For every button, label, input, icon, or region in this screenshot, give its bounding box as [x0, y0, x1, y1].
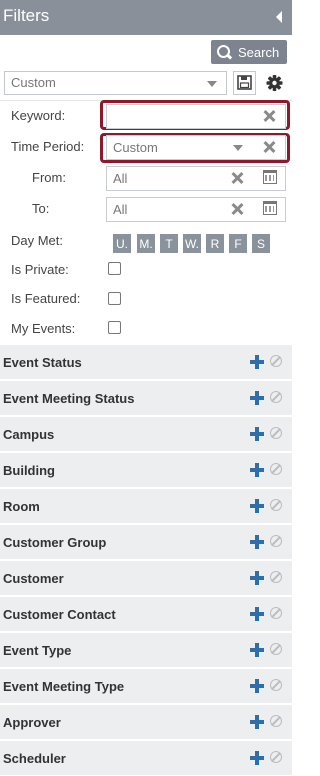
clear-time-period-icon[interactable] [263, 141, 275, 153]
section-room[interactable]: Room [0, 488, 292, 523]
plus-icon[interactable] [250, 499, 264, 513]
chevron-down-icon[interactable] [233, 145, 243, 151]
day-met-label: Day Met: [11, 233, 64, 248]
plus-icon[interactable] [250, 427, 264, 441]
section-building[interactable]: Building [0, 452, 292, 487]
day-button-sunday[interactable]: U. [113, 234, 131, 253]
section-title: Customer [3, 571, 64, 586]
chevron-down-icon [207, 81, 217, 87]
save-filter-button[interactable] [233, 71, 256, 95]
plus-icon[interactable] [250, 643, 264, 657]
plus-icon[interactable] [250, 463, 264, 477]
collapse-arrow-icon[interactable] [276, 11, 282, 23]
time-period-value: Custom [113, 140, 158, 155]
section-scheduler[interactable]: Scheduler [0, 740, 292, 775]
is-private-checkbox[interactable] [108, 262, 121, 275]
day-button-thursday[interactable]: R [206, 234, 224, 253]
gear-icon [266, 75, 283, 91]
section-title: Approver [3, 715, 61, 730]
section-title: Building [3, 463, 55, 478]
clear-to-icon[interactable] [231, 203, 243, 215]
section-title: Campus [3, 427, 55, 442]
clear-keyword-icon[interactable] [263, 110, 275, 122]
my-events-label: My Events: [11, 321, 76, 336]
section-title: Customer Contact [3, 607, 116, 622]
filters-header: Filters [0, 0, 292, 35]
time-period-label: Time Period: [11, 139, 85, 154]
is-private-label: Is Private: [11, 262, 69, 277]
day-button-saturday[interactable]: S [252, 234, 270, 253]
to-label: To: [32, 201, 50, 216]
ban-icon[interactable] [270, 355, 282, 367]
search-button[interactable]: Search [211, 40, 287, 64]
section-event-meeting-status[interactable]: Event Meeting Status [0, 380, 292, 415]
section-title: Event Meeting Type [3, 679, 125, 694]
to-date-input[interactable]: All [106, 197, 286, 222]
search-icon [216, 44, 232, 60]
is-featured-checkbox[interactable] [108, 292, 121, 305]
section-customer-group[interactable]: Customer Group [0, 524, 292, 559]
ban-icon[interactable] [270, 715, 282, 727]
section-approver[interactable]: Approver [0, 704, 292, 739]
section-customer-contact[interactable]: Customer Contact [0, 596, 292, 631]
plus-icon[interactable] [250, 715, 264, 729]
ban-icon[interactable] [270, 499, 282, 511]
ban-icon[interactable] [270, 571, 282, 583]
section-event-status[interactable]: Event Status [0, 344, 292, 379]
from-date-input[interactable]: All [106, 166, 286, 191]
section-title: Customer Group [3, 535, 107, 550]
to-value: All [113, 202, 128, 217]
ban-icon[interactable] [270, 751, 282, 763]
section-title: Event Status [3, 355, 82, 370]
settings-button[interactable] [262, 71, 287, 95]
plus-icon[interactable] [250, 571, 264, 585]
from-value: All [113, 171, 128, 186]
plus-icon[interactable] [250, 751, 264, 765]
section-event-meeting-type[interactable]: Event Meeting Type [0, 668, 292, 703]
section-campus[interactable]: Campus [0, 416, 292, 451]
calendar-icon[interactable] [263, 201, 277, 215]
day-button-wednesday[interactable]: W. [183, 234, 201, 253]
day-button-monday[interactable]: M. [137, 234, 155, 253]
my-events-checkbox[interactable] [108, 321, 121, 334]
is-featured-label: Is Featured: [11, 291, 81, 306]
section-title: Room [3, 499, 40, 514]
ban-icon[interactable] [270, 391, 282, 403]
keyword-label: Keyword: [11, 108, 66, 123]
plus-icon[interactable] [250, 355, 264, 369]
day-button-friday[interactable]: F [229, 234, 247, 253]
section-event-type[interactable]: Event Type [0, 632, 292, 667]
section-title: Scheduler [3, 751, 66, 766]
day-button-tuesday[interactable]: T [160, 234, 178, 253]
saved-filter-value: Custom [11, 75, 56, 90]
section-title: Event Meeting Status [3, 391, 135, 406]
time-period-select[interactable]: Custom [106, 135, 286, 160]
ban-icon[interactable] [270, 463, 282, 475]
calendar-icon[interactable] [263, 170, 277, 184]
plus-icon[interactable] [250, 391, 264, 405]
filters-title: Filters [3, 6, 50, 25]
ban-icon[interactable] [270, 643, 282, 655]
keyword-input[interactable] [106, 104, 286, 129]
ban-icon[interactable] [270, 679, 282, 691]
section-customer[interactable]: Customer [0, 560, 292, 595]
plus-icon[interactable] [250, 535, 264, 549]
floppy-disk-icon [237, 75, 252, 90]
search-button-label: Search [238, 44, 280, 60]
from-label: From: [32, 170, 66, 185]
section-title: Event Type [3, 643, 72, 658]
plus-icon[interactable] [250, 679, 264, 693]
clear-from-icon[interactable] [231, 172, 243, 184]
ban-icon[interactable] [270, 535, 282, 547]
ban-icon[interactable] [270, 607, 282, 619]
plus-icon[interactable] [250, 607, 264, 621]
ban-icon[interactable] [270, 427, 282, 439]
saved-filter-select[interactable]: Custom [4, 71, 227, 95]
